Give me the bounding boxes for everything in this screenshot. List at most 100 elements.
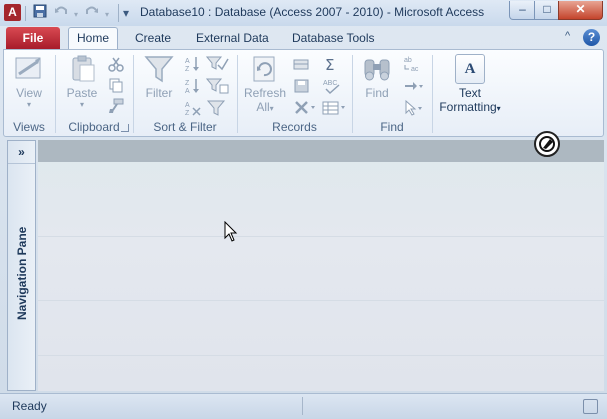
refresh-dropdown-icon: ▾: [269, 104, 274, 113]
go-to-icon[interactable]: [403, 77, 425, 95]
filter-icon: [143, 54, 175, 84]
redo-icon[interactable]: [84, 4, 100, 22]
workspace-band: [38, 236, 604, 237]
navigation-pane[interactable]: » Navigation Pane: [7, 140, 36, 391]
ribbon: View ▾ Views Paste ▾ Clipboard Filter A …: [3, 49, 604, 137]
tab-external-data[interactable]: External Data: [188, 28, 277, 49]
title-bar: A ▾ ▾ ▾ Database10 : Database (Access 20…: [0, 0, 607, 26]
tab-database-tools[interactable]: Database Tools: [284, 28, 383, 49]
svg-text:ABC: ABC: [323, 80, 337, 87]
tab-home[interactable]: Home: [68, 27, 119, 50]
workspace-band: [38, 355, 604, 356]
text-formatting-icon: A: [455, 54, 485, 84]
status-text: Ready: [12, 399, 47, 413]
text-formatting-label-line2: Formatting: [439, 100, 497, 114]
filter-label: Filter: [145, 86, 173, 100]
delete-record-icon[interactable]: [293, 99, 319, 117]
refresh-all-button[interactable]: Refresh All▾: [242, 54, 288, 114]
close-button[interactable]: ✕: [558, 1, 603, 20]
more-records-icon[interactable]: [322, 99, 348, 117]
filter-button[interactable]: Filter: [139, 54, 179, 100]
replace-icon[interactable]: ab ac: [403, 55, 425, 73]
records-group-label: Records: [272, 120, 317, 134]
text-formatting-button[interactable]: A Text Formatting▾: [437, 54, 503, 114]
group-sort-filter: Filter AZ ZA AZ Sort & Filter: [134, 50, 236, 136]
cut-icon[interactable]: [108, 56, 126, 74]
select-icon[interactable]: [403, 99, 425, 117]
spelling-icon[interactable]: ABC: [322, 77, 342, 95]
svg-text:Z: Z: [185, 110, 190, 117]
sort-filter-group-label: Sort & Filter: [153, 120, 217, 134]
find-group-label: Find: [380, 120, 404, 134]
find-button[interactable]: Find: [357, 54, 397, 100]
group-text-formatting: A Text Formatting▾: [433, 50, 508, 136]
tab-file[interactable]: File: [6, 27, 60, 49]
group-find: Find ab ac Find: [353, 50, 431, 136]
svg-text:ab: ab: [404, 57, 412, 64]
refresh-icon: [249, 54, 281, 84]
maximize-button[interactable]: □: [534, 1, 560, 20]
status-bar: Ready: [0, 393, 607, 419]
svg-text:A: A: [185, 102, 190, 109]
svg-text:ac: ac: [411, 66, 419, 73]
help-icon[interactable]: ?: [583, 29, 600, 46]
refresh-label-line1: Refresh: [243, 86, 287, 100]
view-label: View: [16, 86, 42, 100]
access-app-icon[interactable]: A: [4, 4, 21, 21]
text-formatting-dropdown-icon: ▾: [496, 104, 501, 113]
group-clipboard: Paste ▾ Clipboard: [56, 50, 132, 136]
selection-filter-icon[interactable]: [205, 55, 230, 73]
sort-descending-icon[interactable]: ZA: [184, 77, 202, 95]
workspace-area: [38, 140, 604, 391]
remove-sort-icon[interactable]: AZ: [184, 99, 202, 117]
toggle-filter-icon[interactable]: [206, 99, 226, 117]
save-icon[interactable]: [32, 4, 48, 22]
refresh-label-line2: All: [256, 100, 270, 114]
format-painter-icon[interactable]: [108, 98, 126, 116]
text-formatting-label-line1: Text: [458, 86, 481, 100]
group-records: Refresh All▾ Σ ABC Records: [238, 50, 351, 136]
views-group-label: Views: [13, 120, 45, 134]
paste-button[interactable]: Paste ▾: [62, 54, 102, 109]
find-label: Find: [365, 86, 389, 100]
undo-icon[interactable]: [53, 4, 69, 22]
minimize-ribbon-icon[interactable]: ^: [565, 30, 570, 42]
paste-label: Paste: [66, 86, 98, 100]
minimize-button[interactable]: –: [509, 1, 536, 20]
svg-text:Z: Z: [185, 66, 190, 73]
ribbon-tabs: File Home Create External Data Database …: [0, 26, 607, 50]
workspace-header-band: [38, 140, 604, 162]
clipboard-dialog-launcher-icon[interactable]: [121, 124, 129, 132]
paste-icon: [66, 54, 98, 84]
window-title: Database10 : Database (Access 2007 - 201…: [140, 5, 485, 19]
new-record-icon[interactable]: [293, 55, 311, 73]
nav-pane-expand-button[interactable]: »: [8, 141, 35, 164]
advanced-filter-icon[interactable]: [205, 77, 230, 95]
record-indicator-icon: [534, 131, 560, 157]
status-divider: [302, 397, 303, 415]
undo-dropdown-icon[interactable]: ▾: [71, 4, 81, 22]
view-shortcut-icon[interactable]: [583, 399, 598, 414]
workspace-band: [38, 300, 604, 301]
svg-text:A: A: [185, 88, 190, 95]
group-views: View ▾ Views: [4, 50, 54, 136]
view-button[interactable]: View ▾: [9, 54, 49, 109]
paste-dropdown-icon: ▾: [79, 100, 84, 109]
customize-qat-icon[interactable]: ▾: [118, 4, 133, 22]
sort-ascending-icon[interactable]: AZ: [184, 55, 202, 73]
mouse-cursor-icon: [224, 220, 238, 243]
svg-text:Z: Z: [185, 80, 190, 87]
view-icon: [13, 54, 45, 84]
qat-separator: [25, 6, 26, 21]
nav-pane-label[interactable]: Navigation Pane: [15, 227, 29, 320]
svg-text:A: A: [185, 58, 190, 65]
tab-create[interactable]: Create: [127, 28, 179, 49]
redo-dropdown-icon[interactable]: ▾: [102, 4, 112, 22]
save-record-icon[interactable]: [293, 77, 311, 95]
access-window: A ▾ ▾ ▾ Database10 : Database (Access 20…: [0, 0, 607, 419]
view-dropdown-icon: ▾: [26, 100, 31, 109]
totals-icon[interactable]: Σ: [322, 55, 340, 74]
svg-text:Σ: Σ: [325, 56, 334, 73]
copy-icon[interactable]: [108, 77, 126, 95]
binoculars-icon: [361, 54, 393, 84]
